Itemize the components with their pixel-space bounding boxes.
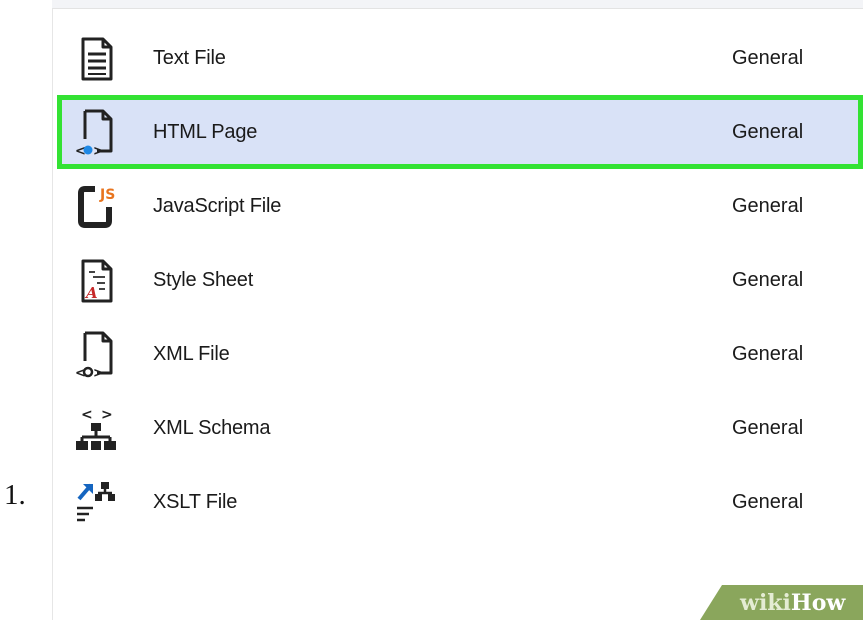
watermark-suffix: How (790, 590, 846, 616)
svg-text:>: > (93, 144, 104, 159)
page: 1. Text File General < > HTML Page Gener… (0, 0, 863, 620)
item-name: Text File (153, 47, 226, 69)
item-category: General (732, 195, 804, 217)
item-category: General (732, 47, 804, 69)
svg-text:>: > (93, 366, 104, 381)
item-category: General (732, 269, 804, 291)
item-name: JavaScript File (153, 195, 282, 217)
item-name: XSLT File (153, 491, 238, 513)
watermark-prefix: wiki (740, 590, 791, 616)
item-category: General (732, 491, 804, 513)
svg-text:<: < (81, 407, 93, 423)
list-item-style-sheet[interactable]: A Style Sheet General (53, 243, 863, 317)
xml-schema-icon: < > (71, 403, 123, 455)
xslt-file-icon (71, 477, 123, 529)
wikihow-watermark-text: wikiHow (740, 587, 845, 619)
svg-text:>: > (101, 407, 113, 423)
item-category: General (732, 343, 804, 365)
list-item-text-file[interactable]: Text File General (53, 21, 863, 95)
item-category: General (732, 121, 804, 143)
list-item-xml-schema[interactable]: < > XML Schema General (53, 391, 863, 465)
step-number: 1. (4, 479, 26, 511)
item-name: XML Schema (153, 417, 271, 439)
item-name: HTML Page (153, 121, 258, 143)
style-sheet-icon: A (71, 255, 123, 307)
xml-file-icon: < > (71, 329, 123, 381)
html-page-icon: < > (71, 107, 123, 159)
svg-text:A: A (84, 284, 98, 302)
js-badge-label: JS (99, 187, 115, 203)
new-item-dialog: Text File General < > HTML Page General … (52, 8, 863, 620)
javascript-file-icon: JS (71, 181, 123, 233)
item-category: General (732, 417, 804, 439)
list-item-html-page[interactable]: < > HTML Page General (57, 95, 863, 169)
list-item-xml-file[interactable]: < > XML File General (53, 317, 863, 391)
list-item-javascript-file[interactable]: JS JavaScript File General (53, 169, 863, 243)
text-file-icon (71, 33, 123, 85)
item-name: XML File (153, 343, 230, 365)
item-name: Style Sheet (153, 269, 254, 291)
template-list: Text File General < > HTML Page General … (53, 21, 863, 539)
list-item-xslt-file[interactable]: XSLT File General (53, 465, 863, 539)
